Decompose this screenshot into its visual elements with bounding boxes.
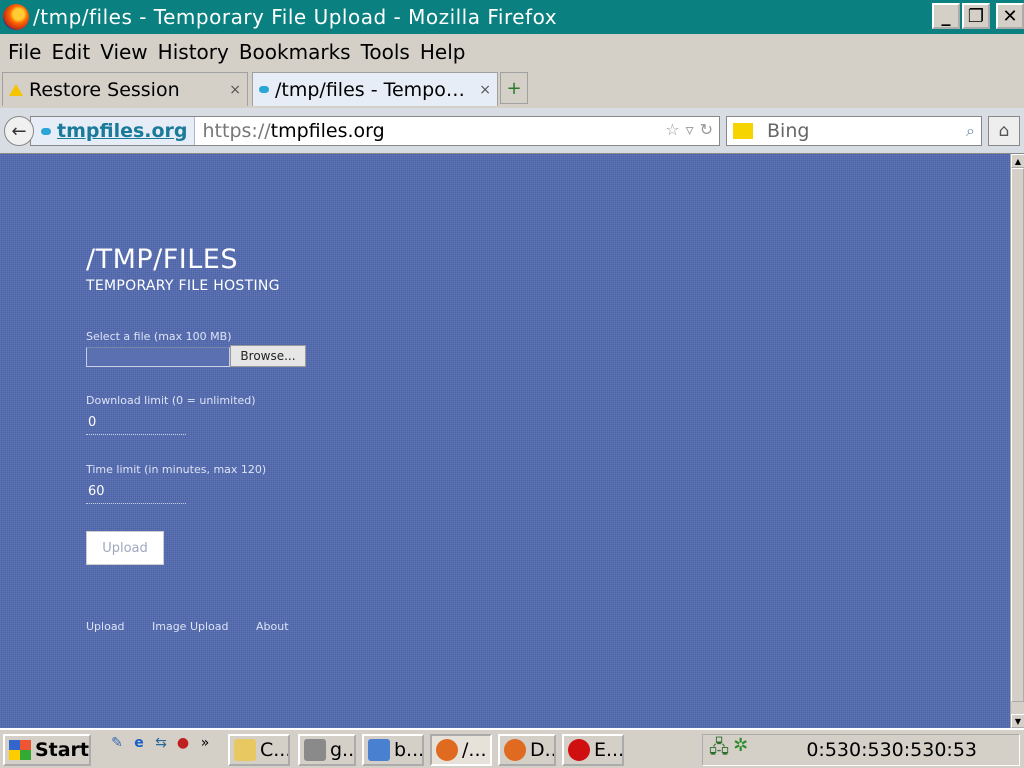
url-icons: ☆ ▿ ↻ (665, 120, 713, 139)
ie-icon (368, 739, 390, 761)
menu-history[interactable]: History (158, 40, 229, 64)
menu-view[interactable]: View (100, 40, 147, 64)
tab-bar: Restore Session × /tmp/files - Tempo… × … (0, 70, 1024, 108)
upload-button[interactable]: Upload (86, 531, 164, 565)
page-content: /TMP/FILES TEMPORARY FILE HOSTING Select… (0, 154, 1010, 728)
close-button[interactable]: ✕ (996, 3, 1024, 29)
tab-tmpfiles[interactable]: /tmp/files - Tempo… × (252, 72, 498, 106)
taskbar-label: b... (394, 739, 424, 761)
browse-button[interactable]: Browse... (230, 345, 306, 367)
bookmark-star-icon[interactable]: ☆ (665, 120, 679, 139)
taskbar-label: D... (530, 739, 554, 761)
tab-restore-session[interactable]: Restore Session × (2, 72, 248, 106)
menu-edit[interactable]: Edit (51, 40, 90, 64)
taskbar-button-g[interactable]: g... (298, 734, 356, 766)
messenger-tray-icon[interactable]: ✲ (733, 735, 748, 765)
start-label: Start (34, 739, 89, 761)
taskbar-button-firefox-active[interactable]: /... (430, 734, 492, 766)
footer-link-image-upload[interactable]: Image Upload (152, 620, 229, 633)
page-subtitle: TEMPORARY FILE HOSTING (86, 278, 280, 294)
new-tab-button[interactable]: + (500, 72, 528, 104)
quick-launch: ✎ e ⇆ ● » (108, 734, 214, 752)
download-limit-label: Download limit (0 = unlimited) (86, 394, 256, 407)
opera-icon (568, 739, 590, 761)
menu-tools[interactable]: Tools (361, 40, 410, 64)
tab-close-icon[interactable]: × (479, 82, 491, 98)
identity-domain: tmpfiles.org (57, 120, 188, 142)
tab-label: /tmp/files - Tempo… (275, 78, 465, 101)
footer-link-about[interactable]: About (256, 620, 289, 633)
cloud-icon (259, 86, 269, 93)
time-limit-label: Time limit (in minutes, max 120) (86, 463, 267, 476)
reload-icon[interactable]: ↻ (700, 120, 713, 139)
home-button[interactable]: ⌂ (988, 116, 1020, 146)
firefox-icon (436, 739, 458, 761)
file-input[interactable] (86, 347, 230, 367)
home-icon: ⌂ (998, 121, 1010, 141)
minimize-button[interactable]: _ (932, 3, 960, 29)
app-icon (304, 739, 326, 761)
scroll-up-arrow-icon[interactable]: ▲ (1011, 154, 1024, 168)
navigation-bar: tmpfiles.org https://tmpfiles.org ☆ ▿ ↻ … (0, 108, 1024, 154)
clock: 0:530:530:530:53 (806, 739, 977, 761)
taskbar-label: /... (462, 739, 487, 761)
warning-icon (9, 83, 23, 96)
taskbar-label: C... (260, 739, 290, 761)
footer-link-upload[interactable]: Upload (86, 620, 125, 633)
notepad-icon[interactable]: ✎ (108, 734, 126, 752)
menu-file[interactable]: File (8, 40, 41, 64)
system-tray: 🖧 ✲ 0:530:530:530:53 (702, 734, 1020, 766)
url-host: tmpfiles.org (270, 120, 385, 142)
search-bar[interactable]: Bing ⌕ (726, 116, 982, 146)
taskbar: Start ✎ e ⇆ ● » C... g... b... /... D...… (0, 728, 1024, 768)
search-placeholder: Bing (767, 120, 810, 142)
menu-help[interactable]: Help (420, 40, 466, 64)
dropdown-icon[interactable]: ▿ (686, 120, 694, 139)
back-button[interactable]: ← (4, 116, 34, 146)
url-text[interactable]: https://tmpfiles.org (203, 120, 385, 142)
site-identity[interactable]: tmpfiles.org (31, 117, 195, 145)
back-arrow-icon: ← (11, 120, 27, 142)
windows-logo-icon (9, 740, 31, 760)
scroll-thumb[interactable] (1011, 168, 1024, 702)
folder-icon (234, 739, 256, 761)
window-title: /tmp/files - Temporary File Upload - Moz… (33, 5, 558, 29)
tray-icons: 🖧 ✲ (709, 735, 748, 765)
menu-bookmarks[interactable]: Bookmarks (239, 40, 351, 64)
firefox-icon (504, 739, 526, 761)
url-bar[interactable]: tmpfiles.org https://tmpfiles.org ☆ ▿ ↻ (30, 116, 720, 146)
media-icon[interactable]: ● (174, 734, 192, 752)
search-icon[interactable]: ⌕ (966, 121, 975, 141)
more-chevron-icon[interactable]: » (196, 734, 214, 752)
menu-bar: File Edit View History Bookmarks Tools H… (0, 34, 1024, 70)
taskbar-button-firefox[interactable]: D... (498, 734, 556, 766)
taskbar-button-opera[interactable]: E... (562, 734, 624, 766)
taskbar-label: g... (330, 739, 355, 761)
network-tray-icon[interactable]: 🖧 (709, 735, 729, 765)
file-select-label: Select a file (max 100 MB) (86, 330, 232, 343)
network-icon[interactable]: ⇆ (152, 734, 170, 752)
scroll-down-arrow-icon[interactable]: ▼ (1011, 714, 1024, 728)
window-controls: _ ❐ ✕ (932, 3, 1024, 29)
url-scheme: https:// (202, 120, 271, 142)
tab-close-icon[interactable]: × (229, 82, 241, 98)
ie-icon[interactable]: e (130, 734, 148, 752)
taskbar-label: E... (594, 739, 624, 761)
tab-label: Restore Session (29, 78, 180, 101)
taskbar-button-folder[interactable]: C... (228, 734, 290, 766)
bing-engine-icon[interactable] (733, 123, 753, 139)
cloud-icon (41, 127, 51, 135)
taskbar-button-ie[interactable]: b... (362, 734, 424, 766)
page-title: /TMP/FILES (86, 244, 238, 275)
window-titlebar: /tmp/files - Temporary File Upload - Moz… (0, 0, 1024, 34)
firefox-icon (3, 4, 29, 30)
time-limit-input[interactable]: 60 (86, 484, 186, 504)
start-button[interactable]: Start (3, 734, 91, 766)
maximize-button[interactable]: ❐ (962, 3, 990, 29)
download-limit-input[interactable]: 0 (86, 415, 186, 435)
vertical-scrollbar[interactable]: ▲ ▼ (1010, 154, 1024, 728)
